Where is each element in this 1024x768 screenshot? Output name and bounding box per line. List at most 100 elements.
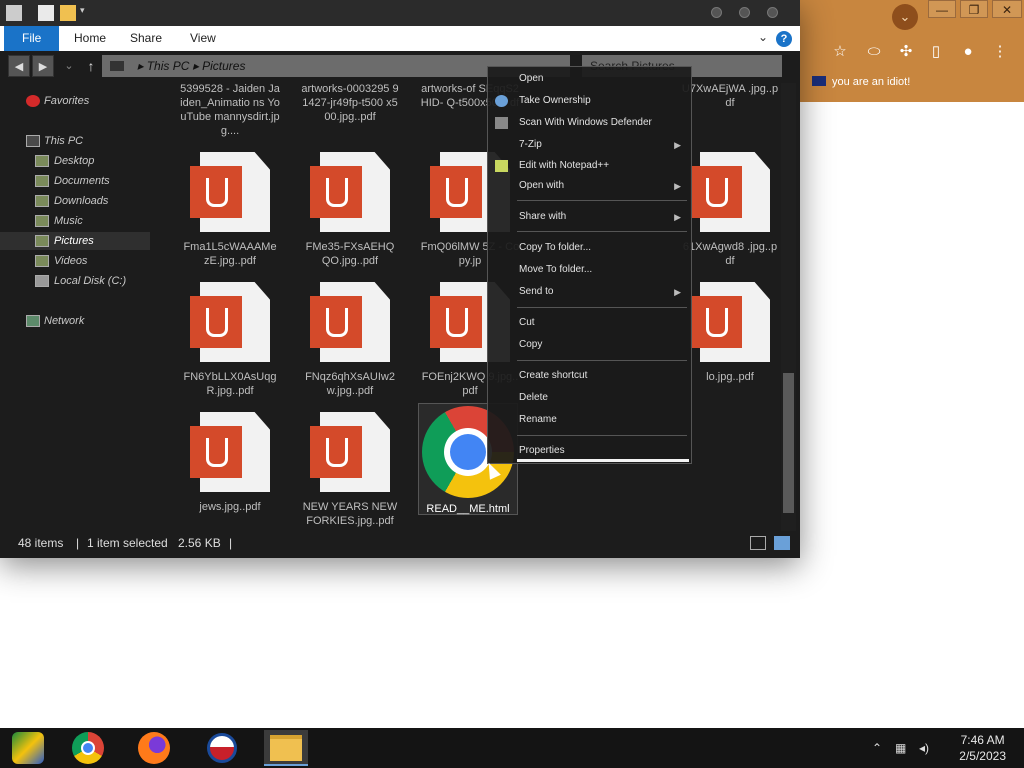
forward-button[interactable]: ▶	[32, 55, 54, 77]
menu-item-scan-defender[interactable]: Scan With Windows Defender	[488, 113, 693, 133]
menu-item-rename[interactable]: Rename	[488, 410, 693, 430]
clock[interactable]: 7:46 AM 2/5/2023	[959, 732, 1006, 764]
recent-dropdown-icon[interactable]: ⌄	[58, 55, 80, 77]
network-status-icon[interactable]: ▦	[895, 728, 906, 768]
menu-item-label: Share with	[519, 211, 567, 222]
menu-item-7zip[interactable]: 7-Zip ▶	[488, 135, 693, 155]
window-icon[interactable]	[6, 5, 22, 21]
file-item[interactable]: 61XwAgwd8 .jpg..pdf	[680, 152, 780, 268]
tab-home[interactable]: Home	[60, 26, 120, 51]
network-icon	[26, 315, 40, 327]
pdf-icon	[310, 282, 390, 362]
taskbar: ⌃ ▦ ◂) 7:46 AM 2/5/2023	[0, 728, 1024, 768]
file-item[interactable]: FMe35-FXsAEHQ QO.jpg..pdf	[300, 152, 400, 268]
file-name: NEW YEARS NEW FORKIES.jpg..pdf	[302, 501, 398, 527]
extensions-icon[interactable]: ✣	[894, 40, 918, 64]
menu-item-share-with[interactable]: Share with ▶	[488, 207, 693, 227]
tab-file[interactable]: File	[4, 26, 60, 51]
downloads-icon	[35, 195, 49, 207]
sidebar-item-label: Favorites	[44, 95, 90, 107]
chevron-down-icon[interactable]: ⌄	[758, 30, 768, 44]
customize-dropdown-icon[interactable]: ▾	[80, 5, 96, 21]
sidebar-item-this-pc[interactable]: This PC	[0, 132, 150, 150]
file-name: READ__ME.html	[426, 503, 510, 515]
close-button[interactable]	[767, 7, 778, 18]
close-button[interactable]: ✕	[992, 0, 1022, 18]
menu-item-take-ownership[interactable]: Take Ownership	[488, 91, 693, 111]
file-item[interactable]: lo.jpg..pdf	[680, 282, 780, 384]
tab-view[interactable]: View	[176, 26, 230, 51]
menu-item-create-shortcut[interactable]: Create shortcut	[488, 366, 693, 386]
menu-icon[interactable]: ⋮	[988, 40, 1012, 64]
menu-separator	[517, 360, 687, 361]
sidebar-item-documents[interactable]: Documents	[0, 172, 150, 190]
chrome-icon[interactable]	[66, 730, 110, 766]
chevron-down-icon[interactable]: ⌄	[892, 4, 918, 30]
file-name: FN6YbLLX0AsUqg R.jpg..pdf	[183, 371, 277, 397]
file-item[interactable]: 5399528 - Jaiden Jaiden_Animatio ns YouT…	[180, 82, 280, 138]
file-name: artworks-0003295 91427-jr49fp-t500 x500.…	[301, 83, 399, 123]
file-item[interactable]: NEW YEARS NEW FORKIES.jpg..pdf	[300, 412, 400, 528]
pdf-icon	[310, 412, 390, 492]
menu-item-open-with[interactable]: Open with ▶	[488, 176, 693, 196]
sidebar-item-pictures[interactable]: Pictures	[0, 232, 150, 250]
sidebar-item-network[interactable]: Network	[0, 312, 150, 330]
firefox-icon[interactable]	[132, 730, 176, 766]
obama-icon[interactable]	[200, 730, 244, 766]
large-icons-view-icon[interactable]	[774, 536, 790, 550]
show-hidden-icons[interactable]: ⌃	[872, 728, 882, 768]
time: 7:46 AM	[960, 733, 1005, 747]
bookmark-item[interactable]: you are an idiot!	[812, 76, 910, 88]
scrollbar-thumb[interactable]	[783, 373, 794, 513]
star-icon[interactable]: ☆	[828, 40, 852, 64]
menu-item-open[interactable]: Open	[488, 69, 693, 89]
file-item[interactable]: jews.jpg..pdf	[180, 412, 280, 514]
minimize-button[interactable]: —	[928, 0, 956, 18]
gear-icon	[495, 95, 508, 107]
maximize-button[interactable]: ❐	[960, 0, 988, 18]
menu-item-label: Rename	[519, 414, 557, 425]
vertical-scrollbar[interactable]	[781, 83, 796, 531]
menu-item-delete[interactable]: Delete	[488, 388, 693, 408]
breadcrumb-this-pc[interactable]: This PC	[147, 59, 190, 73]
new-folder-icon[interactable]	[60, 5, 76, 21]
sidebar-item-favorites[interactable]: Favorites	[0, 92, 150, 110]
file-item[interactable]: artworks-0003295 91427-jr49fp-t500 x500.…	[300, 82, 400, 124]
menu-item-label: Properties	[519, 445, 565, 456]
up-arrow-icon[interactable]: ↑	[80, 55, 102, 77]
details-view-icon[interactable]	[750, 536, 766, 550]
menu-item-cut[interactable]: Cut	[488, 313, 693, 333]
sidepanel-icon[interactable]: ▯	[924, 40, 948, 64]
start-icon[interactable]	[6, 730, 50, 766]
sidebar-item-videos[interactable]: Videos	[0, 252, 150, 270]
file-item[interactable]: FNqz6qhXsAUIw2 w.jpg..pdf	[300, 282, 400, 398]
menu-item-label: Open with	[519, 180, 565, 191]
menu-item-edit-notepad[interactable]: Edit with Notepad++	[488, 156, 693, 176]
sidebar-item-music[interactable]: Music	[0, 212, 150, 230]
notepad-plus-plus-icon	[495, 160, 508, 172]
file-item[interactable]: U7XwAEjWA .jpg..pdf	[680, 82, 780, 110]
file-item[interactable]: FN6YbLLX0AsUqg R.jpg..pdf	[180, 282, 280, 398]
flag-extension-icon[interactable]: ⬭	[862, 40, 886, 64]
tab-share[interactable]: Share	[116, 26, 176, 51]
file-item[interactable]: Fma1L5cWAAAMe zE.jpg..pdf	[180, 152, 280, 268]
breadcrumb-pictures[interactable]: Pictures	[202, 59, 245, 73]
menu-item-move-to-folder[interactable]: Move To folder...	[488, 260, 693, 280]
help-icon[interactable]: ?	[776, 31, 792, 47]
file-explorer-icon[interactable]	[264, 730, 308, 766]
menu-item-copy[interactable]: Copy	[488, 335, 693, 355]
menu-item-properties[interactable]: Properties	[488, 441, 693, 461]
file-name: jews.jpg..pdf	[199, 501, 261, 513]
menu-item-copy-to-folder[interactable]: Copy To folder...	[488, 238, 693, 258]
sidebar-item-desktop[interactable]: Desktop	[0, 152, 150, 170]
sidebar-item-label: Downloads	[54, 195, 109, 207]
minimize-button[interactable]	[711, 7, 722, 18]
maximize-button[interactable]	[739, 7, 750, 18]
properties-icon[interactable]	[38, 5, 54, 21]
menu-item-send-to[interactable]: Send to ▶	[488, 282, 693, 302]
sidebar-item-downloads[interactable]: Downloads	[0, 192, 150, 210]
profile-icon[interactable]: ●	[956, 40, 980, 64]
volume-icon[interactable]: ◂)	[919, 728, 929, 768]
sidebar-item-local-disk[interactable]: Local Disk (C:)	[0, 272, 150, 290]
back-button[interactable]: ◀	[8, 55, 30, 77]
